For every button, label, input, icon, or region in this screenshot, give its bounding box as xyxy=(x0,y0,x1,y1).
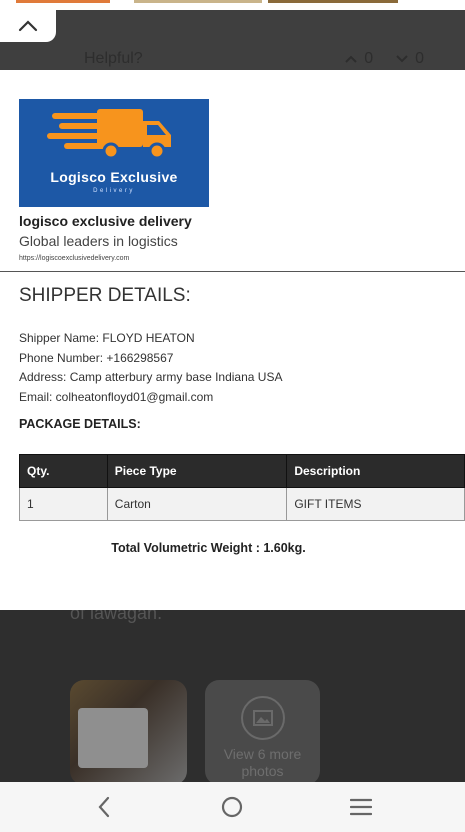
view-more-photos-button[interactable]: View 6 more photos xyxy=(205,680,320,785)
thumbs-up-icon xyxy=(345,55,357,63)
nav-home-button[interactable] xyxy=(212,787,252,827)
table-cell-description: GIFT ITEMS xyxy=(286,487,465,521)
helpful-label: Helpful? xyxy=(84,50,143,67)
company-tagline: Global leaders in logistics xyxy=(19,233,178,249)
view-more-photos-label: View 6 more photos xyxy=(223,746,302,779)
total-volumetric-weight: Total Volumetric Weight : 1.60kg. xyxy=(111,541,306,555)
company-name: logisco exclusive delivery xyxy=(19,213,192,229)
thumbs-down-icon xyxy=(396,55,408,63)
shipper-details-title: SHIPPER DETAILS: xyxy=(19,285,191,306)
review-photo-thumbnail[interactable] xyxy=(70,680,187,785)
table-header-description: Description xyxy=(286,454,465,488)
truck-icon xyxy=(47,109,171,160)
shipment-details-card: Logisco Exclusive Delivery logisco exclu… xyxy=(0,70,465,610)
upvote-button[interactable]: 0 xyxy=(344,50,373,68)
back-icon xyxy=(98,796,110,818)
background-thumb xyxy=(16,0,110,3)
downvote-count: 0 xyxy=(415,50,424,67)
company-url[interactable]: https://logiscoexclusivedelivery.com xyxy=(19,255,129,262)
chevron-up-icon xyxy=(18,20,38,32)
table-header-piece-type: Piece Type xyxy=(106,454,288,488)
divider xyxy=(0,271,465,272)
shipper-phone: Phone Number: +166298567 xyxy=(19,350,174,365)
shipper-email: Email: colheatonfloyd01@gmail.com xyxy=(19,389,214,404)
helpful-row: Helpful? 0 0 xyxy=(84,50,424,68)
table-header-row: Qty. Piece Type Description xyxy=(19,454,465,488)
logo-subtitle: Delivery xyxy=(93,188,135,194)
table-cell-qty: 1 xyxy=(19,487,108,521)
upvote-count: 0 xyxy=(364,50,374,67)
background-thumb xyxy=(268,0,398,3)
nav-menu-button[interactable] xyxy=(341,787,381,827)
nav-back-button[interactable] xyxy=(84,787,124,827)
table-cell-piece-type: Carton xyxy=(106,487,288,521)
logo-title: Logisco Exclusive xyxy=(50,169,178,185)
background-top-strip xyxy=(0,0,465,10)
background-thumb xyxy=(134,0,262,3)
menu-icon xyxy=(349,798,372,816)
table-row: 1 Carton GIFT ITEMS xyxy=(19,487,465,521)
shipper-name: Shipper Name: FLOYD HEATON xyxy=(19,331,195,345)
table-header-qty: Qty. xyxy=(19,454,108,488)
package-table: Qty. Piece Type Description 1 Carton GIF… xyxy=(19,454,465,521)
home-icon xyxy=(222,796,243,818)
system-nav-bar xyxy=(0,782,465,832)
image-icon xyxy=(240,696,285,740)
shipper-address: Address: Camp atterbury army base Indian… xyxy=(19,370,283,384)
downvote-button[interactable]: 0 xyxy=(395,50,424,68)
shipper-info: Shipper Name: FLOYD HEATON Phone Number:… xyxy=(19,329,282,407)
collapse-button[interactable] xyxy=(0,10,56,42)
company-logo: Logisco Exclusive Delivery xyxy=(19,99,209,207)
package-details-title: PACKAGE DETAILS: xyxy=(19,417,141,431)
